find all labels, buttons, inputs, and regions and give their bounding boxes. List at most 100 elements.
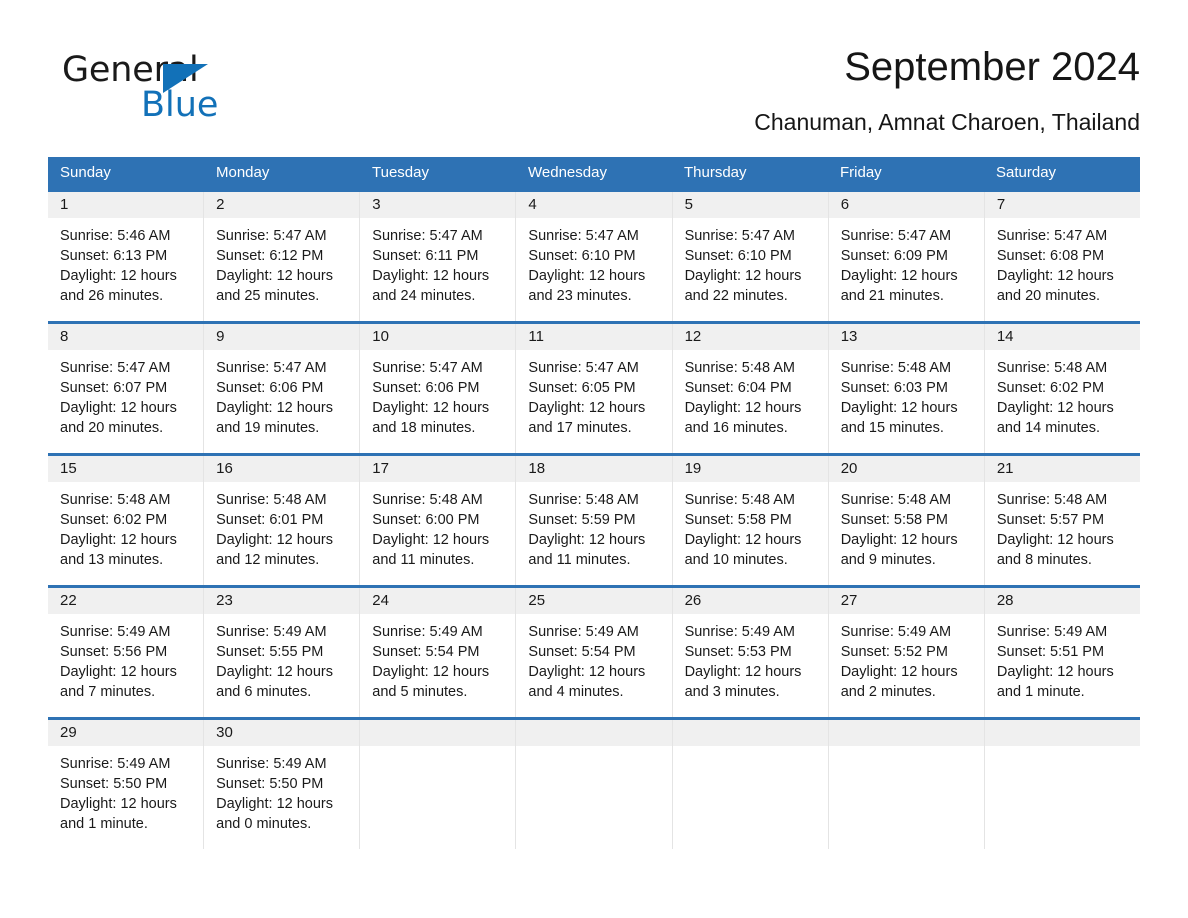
daylight-text-line2: and 3 minutes. <box>684 684 780 700</box>
day-details: Sunrise: 5:48 AM Sunset: 6:03 PM Daylight:… <box>829 350 984 438</box>
daylight-text-line2: and 20 minutes. <box>60 420 164 436</box>
day-cell[interactable]: 9 Sunrise: 5:47 AM Sunset: 6:06 PM Daylight… <box>203 324 360 453</box>
day-cell[interactable]: 23 Sunrise: 5:49 AM Sunset: 5:55 PM Dayligh… <box>203 588 360 717</box>
day-number: 21 <box>996 460 1014 477</box>
day-details: Sunrise: 5:47 AM Sunset: 6:10 PM Daylight:… <box>516 218 671 306</box>
sunset-text: Sunset: 5:56 PM <box>60 644 168 660</box>
day-details: Sunrise: 5:48 AM Sunset: 5:58 PM Daylight:… <box>829 482 984 570</box>
daylight-text-line1: Daylight: 12 hours <box>216 268 334 284</box>
sunrise-text: Sunrise: 5:48 AM <box>528 492 639 508</box>
day-number: 26 <box>684 592 702 609</box>
day-cell[interactable]: 22 Sunrise: 5:49 AM Sunset: 5:56 PM Dayligh… <box>48 588 204 717</box>
sunrise-text: Sunrise: 5:47 AM <box>372 228 483 244</box>
sunrise-text: Sunrise: 5:48 AM <box>996 360 1108 376</box>
daylight-text-line1: Daylight: 12 hours <box>216 532 334 548</box>
day-cell-empty <box>515 720 672 849</box>
day-number-band: 3 <box>360 192 516 218</box>
daylight-text-line2: and 16 minutes. <box>684 420 788 436</box>
sunrise-text: Sunrise: 5:47 AM <box>528 228 639 244</box>
day-cell[interactable]: 29 Sunrise: 5:49 AM Sunset: 5:50 PM Dayligh… <box>48 720 204 849</box>
day-cell[interactable]: 3 Sunrise: 5:47 AM Sunset: 6:11 PM Daylight… <box>359 192 516 321</box>
day-number-band: 2 <box>204 192 360 218</box>
day-cell[interactable]: 13 Sunrise: 5:48 AM Sunset: 6:03 PM Dayligh… <box>827 324 984 453</box>
daylight-text-line2: and 7 minutes. <box>60 684 156 700</box>
day-cell[interactable]: 28 Sunrise: 5:49 AM Sunset: 5:51 PM Dayligh… <box>983 588 1140 717</box>
day-details: Sunrise: 5:47 AM Sunset: 6:11 PM Daylight:… <box>360 218 515 306</box>
calendar-table: Sunday Monday Tuesday Wednesday Thursday… <box>48 157 1140 849</box>
day-cell[interactable]: 24 Sunrise: 5:49 AM Sunset: 5:54 PM Dayligh… <box>359 588 516 717</box>
day-cell[interactable]: 16 Sunrise: 5:48 AM Sunset: 6:01 PM Dayligh… <box>203 456 360 585</box>
day-cell[interactable]: 27 Sunrise: 5:49 AM Sunset: 5:52 PM Dayligh… <box>827 588 984 717</box>
day-number: 23 <box>216 592 233 609</box>
day-details: Sunrise: 5:47 AM Sunset: 6:06 PM Daylight:… <box>204 350 359 438</box>
day-cell[interactable]: 26 Sunrise: 5:49 AM Sunset: 5:53 PM Dayligh… <box>671 588 828 717</box>
day-number: 11 <box>528 328 544 345</box>
sunset-text: Sunset: 6:11 PM <box>372 248 479 264</box>
day-cell[interactable]: 14 Sunrise: 5:48 AM Sunset: 6:02 PM Dayligh… <box>983 324 1140 453</box>
daylight-text-line1: Daylight: 12 hours <box>216 796 334 812</box>
day-number: 14 <box>996 328 1014 345</box>
day-number: 20 <box>840 460 858 477</box>
daylight-text-line2: and 26 minutes. <box>60 288 164 304</box>
day-cell[interactable]: 2 Sunrise: 5:47 AM Sunset: 6:12 PM Daylight… <box>203 192 360 321</box>
day-details: Sunrise: 5:47 AM Sunset: 6:08 PM Daylight:… <box>985 218 1140 306</box>
day-cell[interactable]: 7 Sunrise: 5:47 AM Sunset: 6:08 PM Daylight… <box>983 192 1140 321</box>
day-number-band: 29 <box>48 720 204 746</box>
sunrise-text: Sunrise: 5:48 AM <box>684 492 795 508</box>
daylight-text-line1: Daylight: 12 hours <box>372 268 490 284</box>
sunset-text: Sunset: 6:05 PM <box>528 380 636 396</box>
day-number: 3 <box>372 196 381 213</box>
day-number-band: 1 <box>48 192 204 218</box>
day-details: Sunrise: 5:46 AM Sunset: 6:13 PM Daylight:… <box>48 218 203 306</box>
day-number-band: 17 <box>360 456 516 482</box>
day-details: Sunrise: 5:49 AM Sunset: 5:54 PM Daylight:… <box>360 614 515 702</box>
day-cell[interactable]: 8 Sunrise: 5:47 AM Sunset: 6:07 PM Daylight… <box>48 324 204 453</box>
day-cell[interactable]: 20 Sunrise: 5:48 AM Sunset: 5:58 PM Dayligh… <box>827 456 984 585</box>
day-cell[interactable]: 11 Sunrise: 5:47 AM Sunset: 6:05 PM Dayligh… <box>515 324 672 453</box>
daylight-text-line2: and 6 minutes. <box>216 684 312 700</box>
day-number: 17 <box>372 460 389 477</box>
sunset-text: Sunset: 6:12 PM <box>216 248 324 264</box>
sunset-text: Sunset: 5:50 PM <box>60 776 168 792</box>
day-number: 24 <box>372 592 389 609</box>
day-number-band: 16 <box>204 456 360 482</box>
day-cell[interactable]: 15 Sunrise: 5:48 AM Sunset: 6:02 PM Dayligh… <box>48 456 204 585</box>
day-cell[interactable]: 1 Sunrise: 5:46 AM Sunset: 6:13 PM Daylight… <box>48 192 204 321</box>
daylight-text-line1: Daylight: 12 hours <box>372 400 490 416</box>
day-cell[interactable]: 19 Sunrise: 5:48 AM Sunset: 5:58 PM Dayligh… <box>671 456 828 585</box>
day-number: 8 <box>60 328 69 345</box>
day-number: 10 <box>372 328 389 345</box>
day-cell[interactable]: 25 Sunrise: 5:49 AM Sunset: 5:54 PM Dayligh… <box>515 588 672 717</box>
sunrise-text: Sunrise: 5:49 AM <box>996 624 1108 640</box>
day-number-band: 15 <box>48 456 204 482</box>
sunset-text: Sunset: 6:10 PM <box>528 248 636 264</box>
day-cell[interactable]: 12 Sunrise: 5:48 AM Sunset: 6:04 PM Dayligh… <box>671 324 828 453</box>
sunrise-text: Sunrise: 5:47 AM <box>684 228 795 244</box>
day-details: Sunrise: 5:49 AM Sunset: 5:53 PM Daylight:… <box>673 614 828 702</box>
day-cell[interactable]: 6 Sunrise: 5:47 AM Sunset: 6:09 PM Daylight… <box>827 192 984 321</box>
sunrise-text: Sunrise: 5:48 AM <box>996 492 1108 508</box>
daylight-text-line1: Daylight: 12 hours <box>216 664 334 680</box>
day-cell[interactable]: 10 Sunrise: 5:47 AM Sunset: 6:06 PM Dayligh… <box>359 324 516 453</box>
sunrise-text: Sunrise: 5:48 AM <box>372 492 483 508</box>
sunset-text: Sunset: 6:06 PM <box>372 380 480 396</box>
sunrise-text: Sunrise: 5:47 AM <box>216 360 327 376</box>
day-number-band: 27 <box>828 588 984 614</box>
day-cell[interactable]: 21 Sunrise: 5:48 AM Sunset: 5:57 PM Dayligh… <box>983 456 1140 585</box>
daylight-text-line2: and 1 minute. <box>996 684 1085 700</box>
day-number-band: 26 <box>672 588 828 614</box>
daylight-text-line1: Daylight: 12 hours <box>996 400 1114 416</box>
day-details: Sunrise: 5:47 AM Sunset: 6:09 PM Daylight:… <box>829 218 984 306</box>
generalblue-logo[interactable]: General Blue <box>62 50 302 130</box>
day-number: 16 <box>216 460 233 477</box>
calendar-week-row: 22 Sunrise: 5:49 AM Sunset: 5:56 PM Dayligh… <box>48 585 1140 717</box>
daylight-text-line1: Daylight: 12 hours <box>684 268 802 284</box>
day-cell[interactable]: 5 Sunrise: 5:47 AM Sunset: 6:10 PM Daylight… <box>671 192 828 321</box>
day-cell[interactable]: 4 Sunrise: 5:47 AM Sunset: 6:10 PM Daylight… <box>515 192 672 321</box>
day-cell[interactable]: 30 Sunrise: 5:49 AM Sunset: 5:50 PM Dayligh… <box>203 720 360 849</box>
day-number-band: 18 <box>516 456 672 482</box>
sunset-text: Sunset: 6:06 PM <box>216 380 324 396</box>
day-cell[interactable]: 18 Sunrise: 5:48 AM Sunset: 5:59 PM Dayligh… <box>515 456 672 585</box>
day-details: Sunrise: 5:47 AM Sunset: 6:10 PM Daylight:… <box>673 218 828 306</box>
day-cell[interactable]: 17 Sunrise: 5:48 AM Sunset: 6:00 PM Dayligh… <box>359 456 516 585</box>
